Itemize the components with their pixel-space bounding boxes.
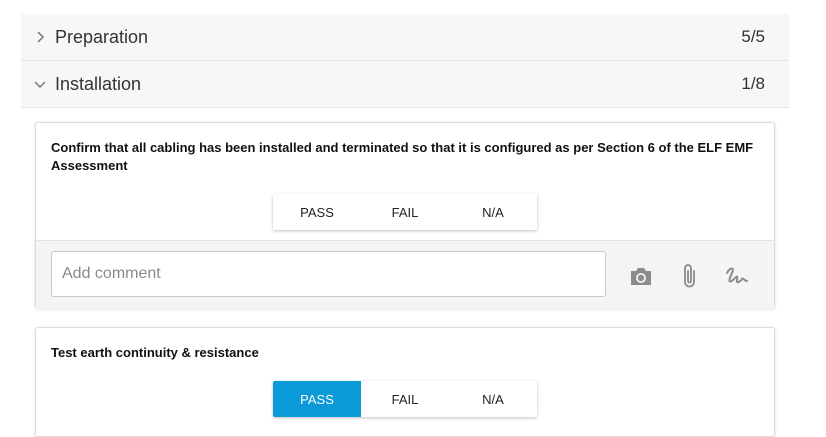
section-progress: 5/5 [741,27,765,46]
section-title: Preparation [55,26,149,47]
pass-button[interactable]: PASS [273,381,361,417]
pass-fail-na-toggle: PASS FAIL N/A [273,381,537,417]
na-button[interactable]: N/A [449,381,537,417]
fail-button[interactable]: FAIL [361,194,449,230]
camera-icon[interactable] [628,263,654,289]
comment-input[interactable] [51,251,606,297]
pass-button[interactable]: PASS [273,194,361,230]
paperclip-icon[interactable] [677,263,703,289]
pass-fail-na-toggle: PASS FAIL N/A [273,194,537,230]
question-text: Test earth continuity & resistance [51,345,259,360]
na-button[interactable]: N/A [449,194,537,230]
fail-button[interactable]: FAIL [361,381,449,417]
checklist-item-card: Test earth continuity & resistance PASS … [35,327,775,437]
checklist-item-card: Confirm that all cabling has been instal… [35,122,775,309]
section-title: Installation [55,73,142,94]
comment-bar [36,240,774,309]
chevron-down-icon [34,81,46,89]
section-progress: 1/8 [741,74,765,93]
section-preparation[interactable]: Preparation 5/5 [21,14,789,61]
chevron-right-icon [37,31,45,43]
section-installation[interactable]: Installation 1/8 [21,61,789,108]
signature-icon[interactable] [724,263,750,289]
question-text: Confirm that all cabling has been instal… [51,140,754,173]
